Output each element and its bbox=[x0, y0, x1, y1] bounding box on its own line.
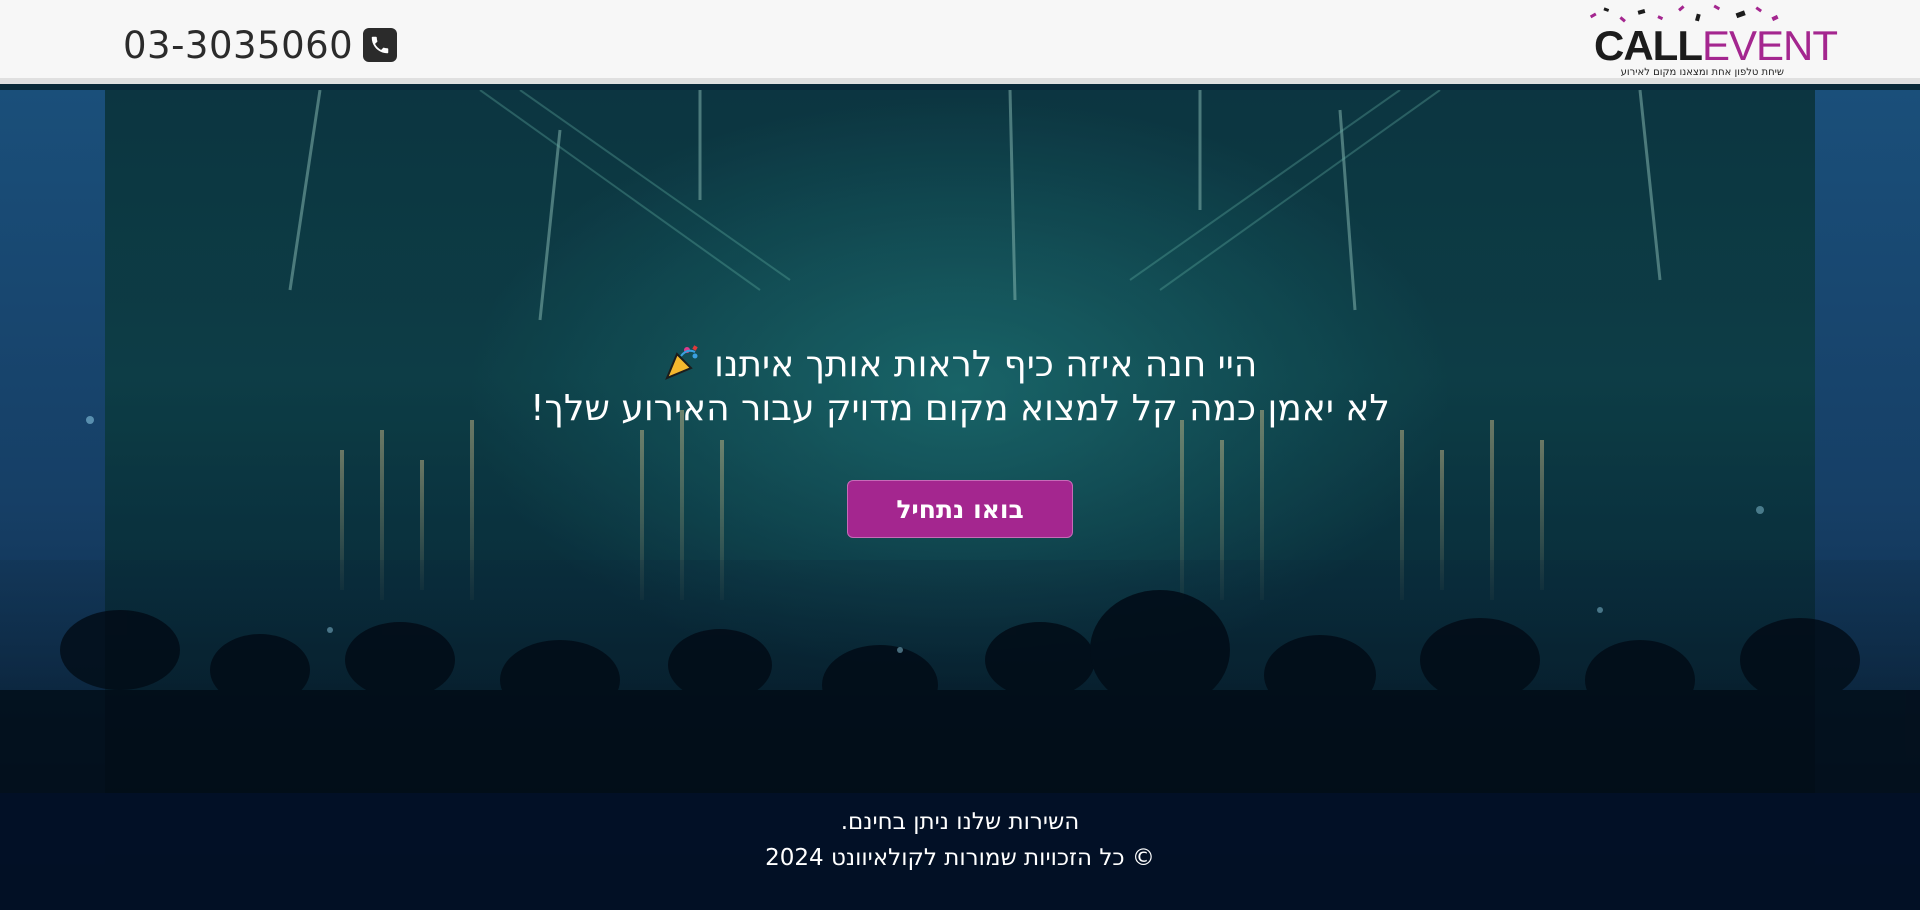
callevent-logo[interactable]: CALLEVENT שיחת טלפון אחת ומצאנו מקום לאי… bbox=[1586, 4, 1838, 80]
phone-number: 03-3035060 bbox=[123, 23, 354, 67]
hero-greeting-line: היי חנה איזה כיף לראות אותך איתנו bbox=[105, 342, 1815, 387]
phone-icon bbox=[363, 28, 398, 62]
party-popper-icon bbox=[664, 345, 698, 380]
logo-word-call: CALL bbox=[1594, 22, 1703, 69]
logo-word-event: EVENT bbox=[1701, 22, 1838, 69]
hero-subheading-line: לא יאמן כמה קל למצוא מקום מדויק עבור האי… bbox=[530, 388, 1390, 429]
hero-section: היי חנה איזה כיף לראות אותך איתנו לא יאמ… bbox=[0, 90, 1920, 910]
site-footer: השירות שלנו ניתן בחינם. © כל הזכויות שמו… bbox=[0, 793, 1920, 910]
footer-free-service-text: השירות שלנו ניתן בחינם. bbox=[840, 809, 1080, 835]
hero-greeting-text: היי חנה איזה כיף לראות אותך איתנו bbox=[714, 344, 1258, 385]
logo-wordmark: CALLEVENT bbox=[1594, 22, 1838, 69]
hero-dark-overlay bbox=[105, 90, 1815, 793]
footer-copyright-text: © כל הזכויות שמורות לקולאיוונט 2024 bbox=[765, 845, 1155, 871]
site-header: 03-3035060 CALLEVENT שיחת טלפון אחת ומצא… bbox=[0, 0, 1920, 84]
get-started-button[interactable]: בואו נתחיל bbox=[847, 480, 1073, 538]
logo-tagline: שיחת טלפון אחת ומצאנו מקום לאירוע bbox=[1620, 67, 1784, 78]
phone-link[interactable]: 03-3035060 bbox=[123, 18, 398, 72]
hero-heading: היי חנה איזה כיף לראות אותך איתנו לא יאמ… bbox=[105, 342, 1815, 431]
